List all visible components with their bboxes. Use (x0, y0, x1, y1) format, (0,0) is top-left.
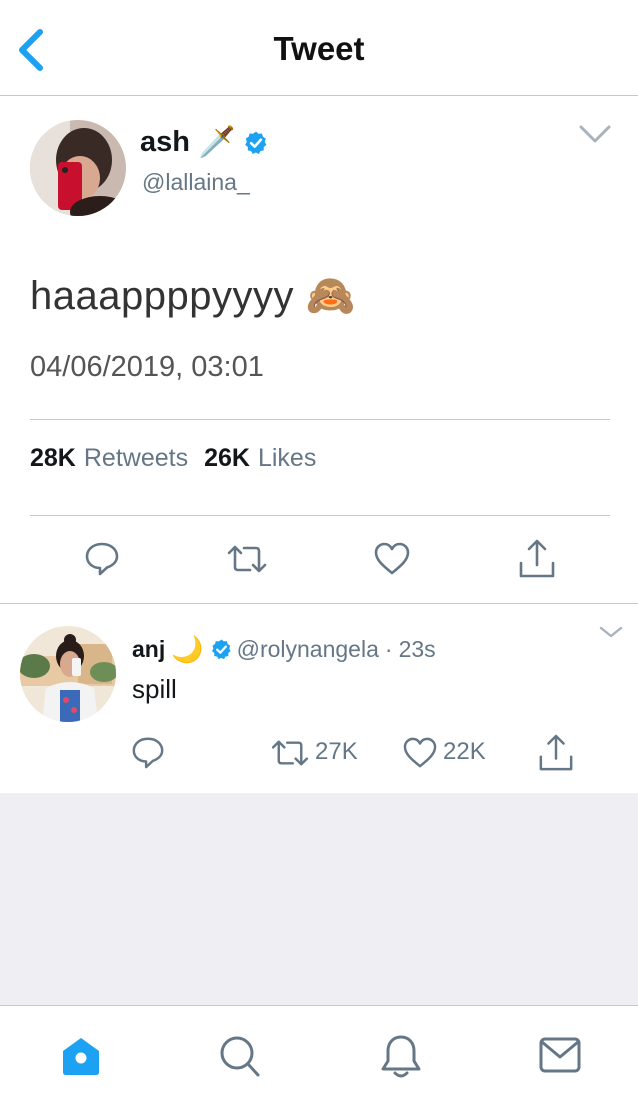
moon-emoji: 🌙 (171, 634, 204, 664)
divider (30, 419, 610, 420)
tweet-text: haaappppyyyy 🙈 (30, 274, 356, 318)
engagement-stats: 28K Retweets 26K Likes (30, 444, 332, 473)
empty-background (0, 793, 638, 1005)
likes-count[interactable]: 26K (204, 444, 250, 473)
tweet-timestamp: 04/06/2019, 03:01 (30, 351, 264, 383)
reply-author-handle[interactable]: @rolynangela (237, 636, 379, 663)
retweet-count[interactable]: 27K (315, 738, 358, 766)
retweet-icon[interactable] (226, 543, 268, 575)
heart-icon[interactable] (403, 737, 437, 769)
verified-badge-icon (245, 131, 267, 154)
search-icon[interactable] (218, 1034, 262, 1080)
messages-icon[interactable] (538, 1036, 582, 1074)
dagger-emoji: 🗡️ (197, 126, 236, 159)
notifications-icon[interactable] (380, 1033, 422, 1081)
navigation-bar: Tweet (0, 0, 638, 96)
chevron-down-icon[interactable] (598, 624, 624, 640)
like-count[interactable]: 22K (443, 738, 486, 766)
reply-tweet[interactable]: anj 🌙 @rolynangela · 23s spill 27K 22K (0, 603, 638, 793)
chevron-down-icon[interactable] (578, 123, 612, 145)
profile-photo (30, 120, 126, 216)
author-name-row: ash 🗡️ (140, 125, 269, 160)
tab-bar (0, 1005, 638, 1102)
reply-text: spill (132, 674, 177, 704)
verified-badge-icon (211, 639, 231, 660)
reply-header: anj 🌙 @rolynangela · 23s (132, 634, 436, 665)
author-handle[interactable]: @lallaina_ (142, 169, 250, 196)
reply-author-name[interactable]: anj (132, 636, 165, 663)
retweet-icon[interactable] (270, 738, 310, 768)
reply-icon[interactable] (131, 735, 165, 769)
reply-time: 23s (398, 636, 436, 662)
share-icon[interactable] (538, 734, 574, 772)
divider (30, 515, 610, 516)
avatar[interactable] (20, 626, 116, 722)
separator-dot: · (384, 636, 393, 662)
avatar[interactable] (30, 120, 126, 216)
heart-icon[interactable] (374, 542, 410, 576)
page-title: Tweet (273, 30, 365, 67)
profile-photo (20, 626, 116, 722)
main-tweet: ash 🗡️ @lallaina_ haaappppyyyy 🙈 04/06/2… (0, 97, 638, 603)
home-icon[interactable] (59, 1034, 103, 1078)
retweets-count[interactable]: 28K (30, 444, 76, 473)
reply-icon[interactable] (84, 540, 120, 576)
author-name: ash (140, 126, 190, 158)
retweets-label[interactable]: Retweets (84, 444, 188, 473)
share-icon[interactable] (518, 539, 556, 579)
likes-label[interactable]: Likes (258, 444, 316, 473)
